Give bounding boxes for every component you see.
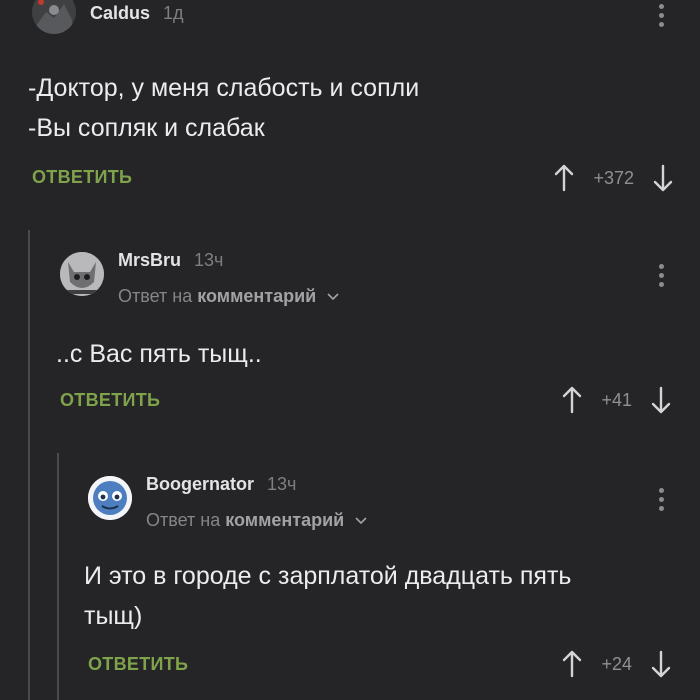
- reply-to-link[interactable]: Ответ на комментарий: [146, 510, 367, 531]
- reply-button[interactable]: ОТВЕТИТЬ: [60, 390, 160, 411]
- arrow-down-icon[interactable]: [650, 649, 672, 679]
- comment-body: И это в городе с зарплатой двадцать пять…: [84, 556, 571, 636]
- comment-caldus: Caldus 1д -Доктор, у меня слабость и соп…: [28, 0, 700, 205]
- comment-line: ..с Вас пять тыщ..: [56, 340, 262, 368]
- thread-line-level-2: [57, 453, 59, 700]
- rating-count: +41: [601, 389, 632, 410]
- comment-author[interactable]: MrsBru 13ч: [118, 250, 223, 271]
- comment-time: 13ч: [194, 250, 224, 270]
- vote-control: +24: [561, 649, 672, 679]
- rating-count: +24: [601, 653, 632, 674]
- rating-count: +372: [593, 167, 634, 188]
- comment-time: 1д: [163, 3, 184, 23]
- comment-author[interactable]: Boogernator 13ч: [146, 474, 296, 495]
- reply-button[interactable]: ОТВЕТИТЬ: [88, 654, 188, 675]
- arrow-down-icon[interactable]: [650, 385, 672, 415]
- comment-time: 13ч: [267, 474, 297, 494]
- reply-to-link[interactable]: Ответ на комментарий: [118, 286, 339, 307]
- more-options-icon[interactable]: [659, 488, 665, 515]
- comment-author[interactable]: Caldus 1д: [90, 3, 184, 24]
- reply-to-target[interactable]: комментарий: [197, 286, 316, 306]
- arrow-up-icon[interactable]: [561, 649, 583, 679]
- author-name[interactable]: MrsBru: [118, 250, 181, 270]
- reply-to-prefix: Ответ на: [118, 286, 193, 306]
- comment-line: -Доктор, у меня слабость и сопли: [28, 74, 420, 102]
- comment-body: ..с Вас пять тыщ..: [56, 334, 262, 374]
- author-name[interactable]: Boogernator: [146, 474, 254, 494]
- more-options-icon[interactable]: [659, 4, 665, 31]
- reply-to-prefix: Ответ на: [146, 510, 221, 530]
- avatar[interactable]: [88, 476, 132, 520]
- avatar[interactable]: [32, 0, 76, 34]
- reply-to-target[interactable]: комментарий: [225, 510, 344, 530]
- thread-line-level-1: [28, 230, 30, 700]
- vote-control: +41: [561, 385, 672, 415]
- more-options-icon[interactable]: [659, 264, 665, 291]
- arrow-down-icon[interactable]: [652, 163, 674, 193]
- comment-boogernator: Boogernator 13ч Ответ на комментарий И э…: [84, 472, 700, 700]
- comment-line: И это в городе с зарплатой двадцать пять: [84, 562, 572, 590]
- comment-body: -Доктор, у меня слабость и сопли -Вы соп…: [28, 68, 419, 148]
- vote-control: +372: [553, 163, 674, 193]
- comment-line: тыщ): [84, 602, 143, 630]
- arrow-up-icon[interactable]: [561, 385, 583, 415]
- reply-button[interactable]: ОТВЕТИТЬ: [32, 167, 132, 188]
- arrow-up-icon[interactable]: [553, 163, 575, 193]
- comment-mrsbru: MrsBru 13ч Ответ на комментарий ..с Вас …: [56, 248, 700, 418]
- avatar[interactable]: [60, 252, 104, 296]
- comment-line: -Вы сопляк и слабак: [28, 114, 265, 142]
- comment-header: Caldus 1д: [32, 0, 700, 34]
- chevron-down-icon[interactable]: [355, 517, 367, 525]
- author-name[interactable]: Caldus: [90, 3, 150, 23]
- chevron-down-icon[interactable]: [327, 293, 339, 301]
